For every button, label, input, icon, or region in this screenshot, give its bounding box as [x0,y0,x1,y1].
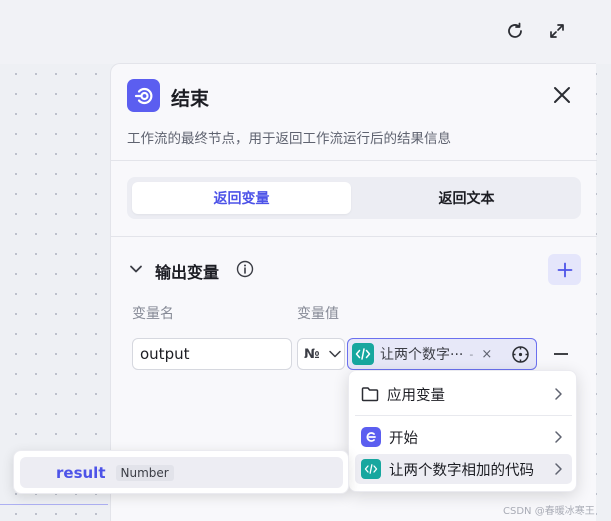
column-label-name: 变量名 [132,306,174,322]
chevron-right-icon [555,463,562,475]
submenu-item-result[interactable]: result Number [20,457,343,488]
section-title: 输出变量 [155,263,220,282]
column-label-value: 变量值 [297,306,339,322]
chevron-down-icon[interactable] [129,261,143,275]
variable-name-input[interactable]: output [132,338,292,370]
dropdown-item-app-variables[interactable]: 应用变量 [355,379,572,409]
tab-group: 返回变量 返回文本 [127,177,581,219]
tab-return-text[interactable]: 返回文本 [357,182,576,214]
reference-label: 让两个数字··· [380,347,464,363]
reference-separator: - [469,347,474,361]
variable-source-dropdown: 应用变量 开始 让两个数字相加的代码 [348,370,577,492]
add-variable-button[interactable] [548,254,581,285]
folder-icon [361,387,379,402]
close-icon[interactable] [551,84,573,106]
watermark: CSDN @春暖冰寒王 [503,506,595,517]
output-type-badge: Number [115,464,174,481]
chevron-right-icon [555,431,562,443]
expand-icon[interactable] [543,17,571,45]
edge-line [0,504,108,505]
dropdown-item-label: 开始 [389,430,418,447]
remove-variable-button[interactable] [552,344,570,364]
variable-reference-field[interactable]: 让两个数字··· - × [347,338,537,370]
start-node-icon [361,427,381,447]
dropdown-item-label: 应用变量 [387,387,445,404]
output-variable-name: result [56,463,106,482]
divider [111,236,597,237]
chevron-right-icon [555,388,562,400]
refresh-icon[interactable] [501,17,529,45]
panel-title: 结束 [171,88,210,110]
dropdown-divider [355,415,572,416]
number-type-icon: № [304,346,320,362]
code-node-icon [352,343,374,365]
info-icon[interactable] [236,260,254,278]
tab-return-variables[interactable]: 返回变量 [132,182,351,214]
output-submenu: result Number [13,450,349,494]
dropdown-item-start[interactable]: 开始 [355,422,572,452]
dropdown-item-code-node[interactable]: 让两个数字相加的代码 [355,454,572,484]
clear-reference-icon[interactable]: × [481,347,492,362]
value-type-select[interactable]: № [297,338,345,370]
dropdown-item-label: 让两个数字相加的代码 [389,462,534,479]
plus-icon [557,262,572,277]
variable-picker-icon[interactable] [511,345,530,364]
code-node-icon [361,459,381,479]
minus-icon [554,353,568,355]
divider [111,160,597,161]
chevron-down-icon [328,350,341,358]
panel-description: 工作流的最终节点，用于返回工作流运行后的结果信息 [127,131,451,147]
end-node-icon [127,79,160,112]
